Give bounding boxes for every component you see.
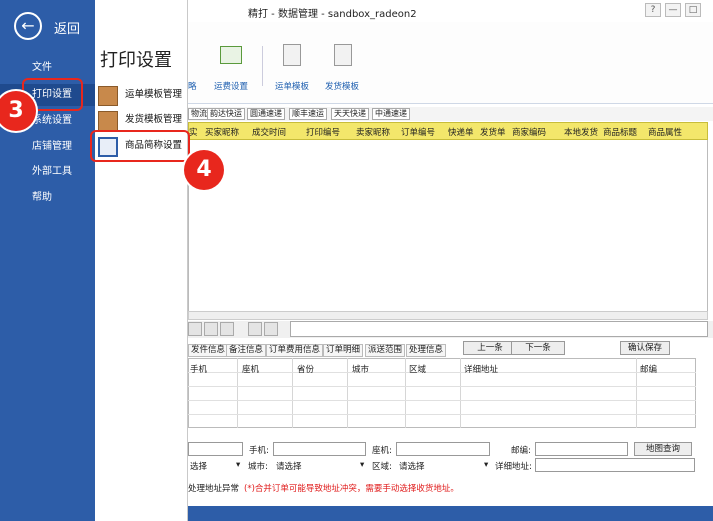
column-header[interactable]: 打印编号 [306,126,340,138]
grid-line [188,386,696,387]
bottom-tab[interactable]: 备注信息 [226,344,267,357]
column-header[interactable]: 快递单 [448,126,474,138]
grid-line [188,414,696,415]
nav-next-icon[interactable] [220,322,234,336]
zip-label: 邮编: [511,446,531,456]
city-select[interactable]: 请选择 [276,460,302,472]
menu-item-help[interactable]: 帮助 [0,187,95,209]
address-column-header[interactable]: 区域 [409,363,426,375]
address-grid[interactable] [188,358,696,428]
carrier-tab[interactable]: 天天快递 [331,108,369,120]
window-title: 精打 - 数据管理 - sandbox_radeon2 [248,9,417,20]
phone-field[interactable] [273,442,366,456]
bottom-tab[interactable]: 派送范围 [365,344,406,357]
menu-item-external-tools[interactable]: 外部工具 [0,161,95,183]
address-column-header[interactable]: 详细地址 [464,363,498,375]
confirm-save-button[interactable]: 确认保存 [620,341,670,355]
address-column-header[interactable]: 手机 [190,363,207,375]
grid-line [636,358,637,428]
nav-prev-icon[interactable] [204,322,218,336]
chevron-down-icon: ▾ [236,460,241,470]
detail-address-field[interactable] [535,458,695,472]
column-header[interactable]: 商品属性 [648,126,682,138]
column-header[interactable]: 商品标题 [603,126,637,138]
print-settings-panel [95,0,188,521]
help-button[interactable]: ? [645,3,661,17]
column-header[interactable]: 卖家昵称 [356,126,390,138]
nav-add-icon[interactable] [248,322,262,336]
grid-line [188,372,696,373]
grid-line [237,358,238,428]
ribbon-label-freight[interactable]: 运费设置 [214,80,248,92]
carrier-tab[interactable]: 顺丰速运 [289,108,327,120]
carrier-tab[interactable]: 圆通速递 [247,108,285,120]
document-icon[interactable] [283,44,301,66]
bottom-tab[interactable]: 订单明细 [323,344,364,357]
panel-title: 打印设置 [100,50,172,71]
ribbon [188,22,713,104]
column-header[interactable]: 买家昵称 [205,126,239,138]
column-header[interactable]: 发货单 [480,126,506,138]
zip-field[interactable] [535,442,628,456]
bottom-tab[interactable]: 发件信息 [188,344,229,357]
nav-first-icon[interactable] [188,322,202,336]
ribbon-divider [262,46,263,86]
highlight-product-abbreviation [90,130,190,162]
abnormal-address-label[interactable]: 处理地址异常 [188,482,239,494]
ribbon-label-waybill[interactable]: 运单模板 [275,80,309,92]
carrier-tab[interactable]: 韵达快运 [207,108,245,120]
column-header[interactable]: 商家编码 [512,126,546,138]
menu-item-shop-management[interactable]: 店铺管理 [0,136,95,158]
horizontal-scrollbar[interactable] [188,311,708,320]
nav-delete-icon[interactable] [264,322,278,336]
grid-line [460,358,461,428]
shipping-template-item[interactable]: 发货模板管理 [95,109,188,131]
merge-warning-text: (*)合并订单可能导致地址冲突，需要手动选择收货地址。 [244,484,459,494]
column-header[interactable]: 本地发货 [564,126,598,138]
column-header[interactable]: 实 [189,126,198,138]
document-icon[interactable] [334,44,352,66]
grid-line [188,400,696,401]
maximize-button[interactable]: □ [685,3,701,17]
district-label: 区域: [372,462,392,472]
address-column-header[interactable]: 邮编 [640,363,657,375]
map-query-button[interactable]: 地图查询 [634,442,692,456]
column-header[interactable]: 成交时间 [252,126,286,138]
grid-line [405,358,406,428]
address-column-header[interactable]: 省份 [297,363,314,375]
carrier-tab[interactable]: 中通速递 [372,108,410,120]
city-label: 城市: [248,462,268,472]
column-header[interactable]: 订单编号 [401,126,435,138]
name-field[interactable] [188,442,243,456]
next-record-button[interactable]: 下一条 [511,341,565,355]
landline-field[interactable] [396,442,490,456]
ribbon-label-shipping[interactable]: 发货模板 [325,80,359,92]
phone-label: 手机: [249,446,269,456]
back-label[interactable]: 返回 [54,18,80,37]
ribbon-label[interactable]: 略 [188,80,197,92]
landline-label: 座机: [372,446,392,456]
district-select[interactable]: 请选择 [399,460,425,472]
minimize-button[interactable]: — [665,3,681,17]
grid-line [292,358,293,428]
waybill-template-item[interactable]: 运单模板管理 [95,84,188,106]
bottom-tab[interactable]: 处理信息 [406,344,447,357]
address-column-header[interactable]: 座机 [242,363,259,375]
menu-item-file[interactable]: 文件 [0,57,95,79]
chevron-down-icon: ▾ [484,460,489,470]
orders-grid-body[interactable] [188,140,708,320]
status-bar [188,506,713,521]
bottom-tab[interactable]: 订单费用信息 [266,344,324,357]
address-column-header[interactable]: 城市 [352,363,369,375]
grid-line [347,358,348,428]
back-arrow-icon[interactable]: ← [14,12,42,40]
chevron-down-icon: ▾ [360,460,365,470]
province-select[interactable]: 选择 [190,460,207,472]
nav-text-field[interactable] [290,321,708,337]
prev-record-button[interactable]: 上一条 [463,341,517,355]
step-marker-4: 4 [184,150,224,190]
detail-address-label: 详细地址: [495,462,532,472]
envelope-icon[interactable] [220,46,242,64]
